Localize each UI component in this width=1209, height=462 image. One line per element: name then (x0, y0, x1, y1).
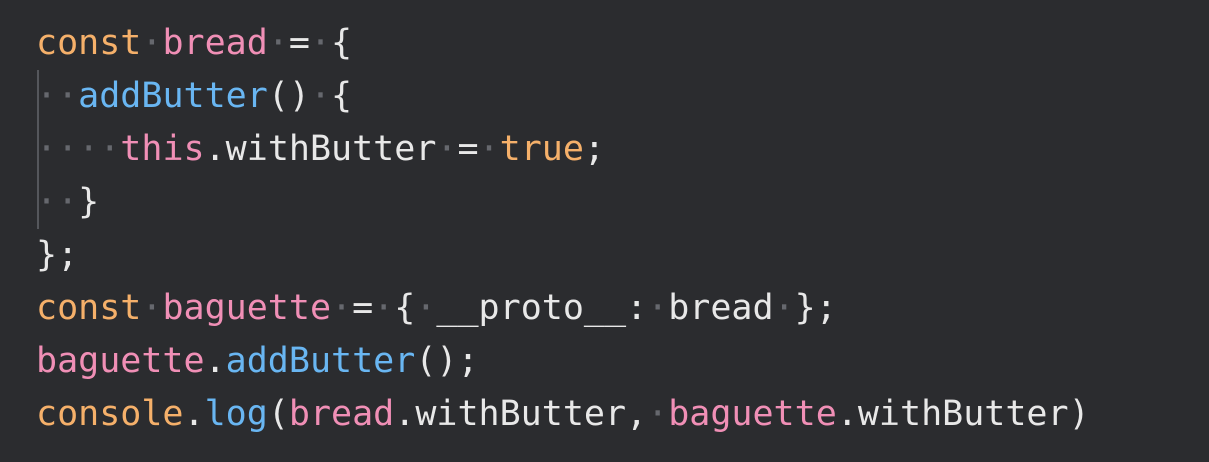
whitespace-dot: · (373, 288, 395, 328)
variable-name: bread (162, 23, 268, 63)
code-line-3[interactable]: ····this.withButter·=·true; (36, 123, 1209, 176)
closing-brace: }; (36, 235, 79, 275)
whitespace-dot: · (478, 129, 500, 169)
comma: , (626, 394, 648, 434)
whitespace-dot: · (309, 76, 332, 116)
variable-name: baguette (162, 288, 332, 328)
code-editor[interactable]: const·bread·=·{ ··addButter()·{ ····this… (0, 0, 1209, 462)
method-name: addButter (78, 76, 268, 116)
this-keyword: this (120, 129, 205, 169)
brace-open: { (394, 288, 416, 328)
dot: . (204, 341, 226, 381)
arg1-object: bread (288, 394, 395, 434)
arg1-property: withButter (415, 394, 627, 434)
dot: . (836, 394, 858, 434)
proto-key: __proto__ (436, 288, 627, 328)
whitespace-dot: ···· (36, 129, 121, 169)
code-line-4[interactable]: ··} (36, 176, 1209, 229)
operator: = (457, 129, 479, 169)
brace: { (331, 23, 353, 63)
operator: = (352, 288, 374, 328)
code-line-2[interactable]: ··addButter()·{ (36, 70, 1209, 123)
indent-guide (37, 123, 39, 176)
whitespace-dot: · (647, 288, 669, 328)
operator: = (288, 23, 310, 63)
whitespace-dot: · (773, 288, 795, 328)
whitespace-dot: · (141, 288, 163, 328)
brace-close: }; (794, 288, 837, 328)
indent-guide (37, 176, 39, 229)
boolean-value: true (499, 129, 584, 169)
method-name: log (204, 394, 268, 434)
colon: : (626, 288, 648, 328)
code-line-8[interactable]: console.log(bread.withButter,·baguette.w… (36, 388, 1209, 441)
brace: { (331, 76, 353, 116)
method-name: addButter (225, 341, 416, 381)
code-line-6[interactable]: const·baguette·=·{·__proto__:·bread·}; (36, 282, 1209, 335)
whitespace-dot: · (436, 129, 458, 169)
call-parens: (); (415, 341, 479, 381)
brace: } (78, 182, 100, 222)
code-line-1[interactable]: const·bread·=·{ (36, 17, 1209, 70)
dot: . (394, 394, 416, 434)
whitespace-dot: · (309, 23, 332, 63)
code-line-7[interactable]: baguette.addButter(); (36, 335, 1209, 388)
whitespace-dot: · (141, 23, 163, 63)
whitespace-dot: ·· (36, 76, 79, 116)
keyword-const: const (36, 23, 142, 63)
paren-close: ) (1068, 394, 1090, 434)
whitespace-dot: · (415, 288, 437, 328)
semicolon: ; (583, 129, 605, 169)
whitespace-dot: · (331, 288, 353, 328)
indent-guide (37, 70, 39, 123)
whitespace-dot: ·· (36, 182, 79, 222)
object-name: baguette (36, 341, 205, 381)
code-line-5[interactable]: }; (36, 229, 1209, 282)
whitespace-dot: · (647, 394, 669, 434)
property-name: withButter (225, 129, 437, 169)
dot: . (204, 129, 226, 169)
whitespace-dot: · (267, 23, 289, 63)
paren-open: ( (267, 394, 289, 434)
parens: () (267, 76, 310, 116)
keyword-const: const (36, 288, 142, 328)
arg2-object: baguette (668, 394, 837, 434)
dot: . (183, 394, 205, 434)
arg2-property: withButter (857, 394, 1069, 434)
console-object: console (36, 394, 184, 434)
proto-value: bread (668, 288, 774, 328)
